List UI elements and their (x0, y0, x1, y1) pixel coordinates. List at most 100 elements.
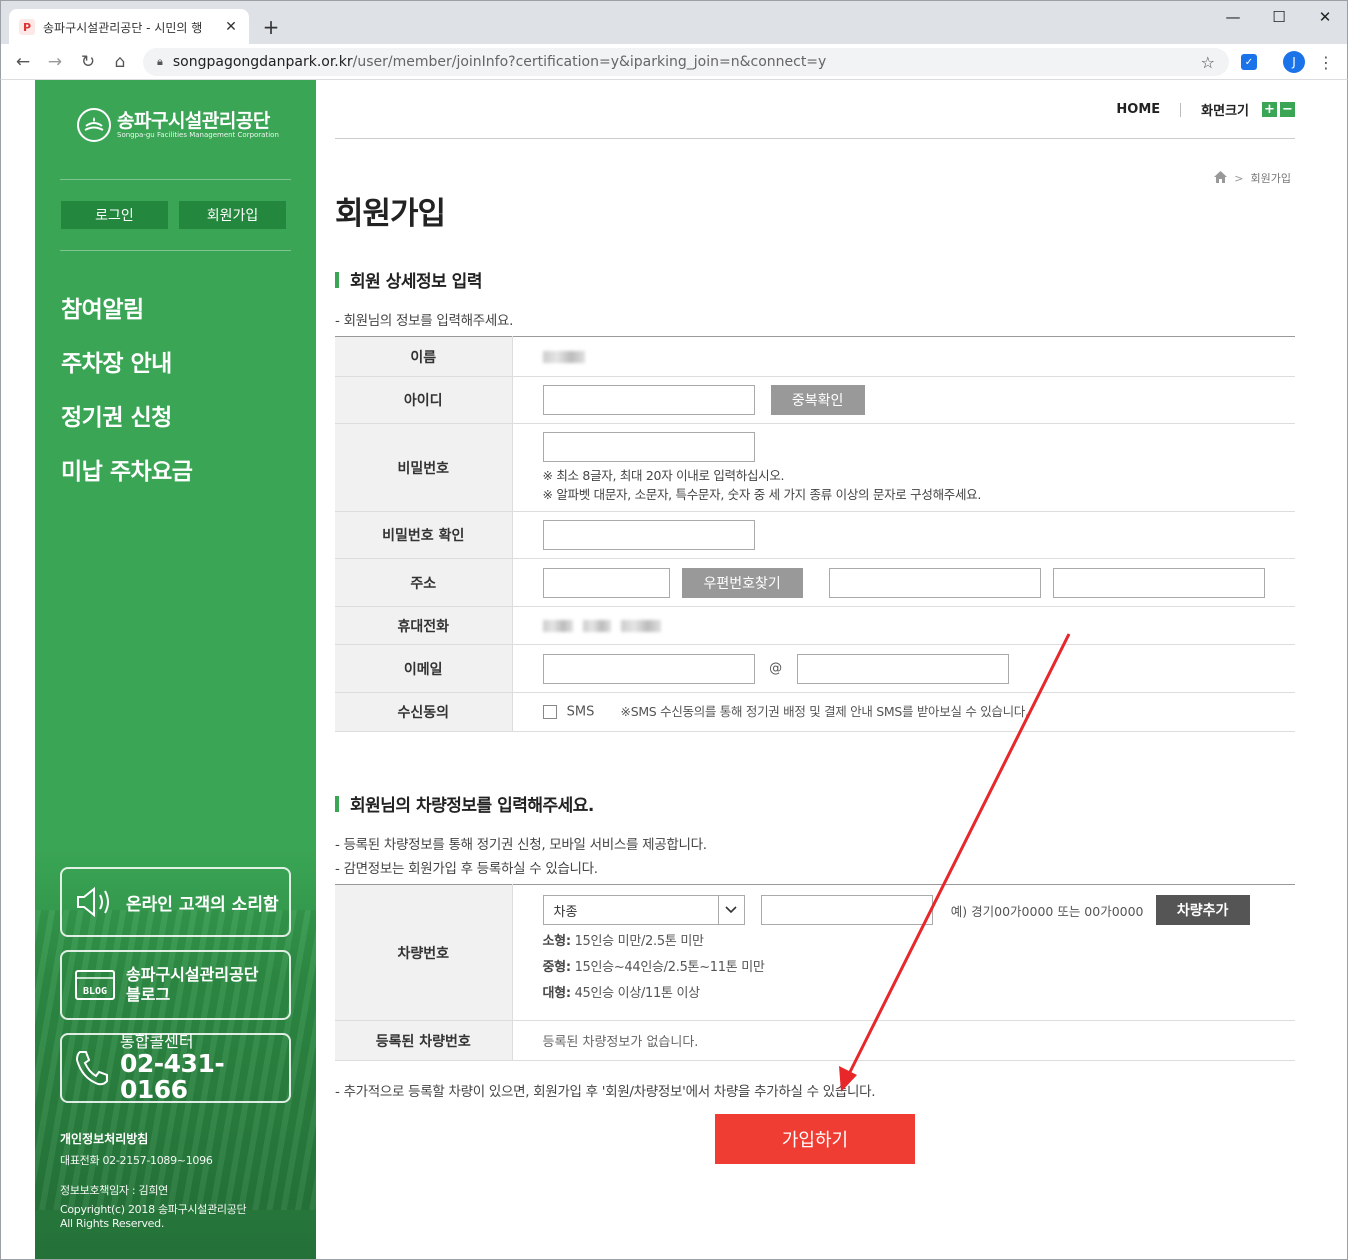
registered-cars-value: 등록된 차량정보가 없습니다. (512, 1020, 1295, 1061)
address-bar[interactable]: 🔒︎ songpagongdanpark.or.kr/user/member/j… (143, 48, 1229, 76)
maximize-icon[interactable]: ☐ (1257, 5, 1301, 29)
nav-separator (1180, 102, 1182, 117)
section-member-detail-desc: - 회원님의 정보를 입력해주세요. (335, 313, 514, 329)
new-tab-icon[interactable]: + (259, 15, 283, 39)
zoom-out-button[interactable]: − (1280, 102, 1295, 117)
address-detail-input[interactable] (1052, 567, 1265, 598)
registered-cars-label: 등록된 차량번호 (335, 1020, 513, 1061)
customer-voice-box[interactable]: 온라인 고객의 소리함 (60, 867, 291, 937)
row-registered-cars: 등록된 차량번호 등록된 차량정보가 없습니다. (335, 1020, 1295, 1061)
tab-close-icon[interactable]: ✕ (223, 19, 239, 35)
tab-title: 송파구시설관리공단 - 시민의 행 (43, 20, 203, 35)
password-note-2: ※ 알파벳 대문자, 소문자, 특수문자, 숫자 중 세 가지 종류 이상의 문… (542, 486, 982, 502)
logo-subtitle: Songpa-gu Facilities Management Corporat… (117, 130, 279, 139)
password-input[interactable] (542, 431, 755, 462)
row-email: 이메일 @ (335, 644, 1295, 693)
section-marker (335, 795, 339, 812)
forward-icon[interactable]: → (43, 50, 67, 74)
window-close-icon[interactable]: ✕ (1303, 5, 1347, 29)
car-number-input[interactable] (760, 895, 933, 925)
url-text: songpagongdanpark.or.kr/user/member/join… (172, 54, 827, 70)
sms-consent-checkbox[interactable] (542, 705, 557, 719)
sms-consent-note: ※SMS 수신동의를 통해 정기권 배정 및 결제 안내 SMS를 받아보실 수… (620, 704, 1029, 719)
id-input[interactable] (542, 385, 755, 415)
row-password-confirm: 비밀번호 확인 (335, 511, 1295, 559)
car-type-select[interactable]: 차종 (542, 895, 745, 925)
sidebar-divider (60, 250, 291, 251)
additional-car-note: - 추가적으로 등록할 차량이 있으면, 회원가입 후 '회원/차량정보'에서 … (335, 1084, 876, 1100)
header-divider (335, 138, 1295, 139)
reload-icon[interactable]: ↻ (76, 50, 100, 74)
call-center-phone: 02-431-0166 (120, 1049, 225, 1104)
home-icon[interactable]: ⌂ (108, 50, 132, 74)
browser-menu-icon[interactable]: ⋮ (1317, 51, 1335, 73)
login-button[interactable]: 로그인 (61, 201, 168, 229)
add-car-button[interactable]: 차량추가 (1155, 895, 1250, 925)
section-member-detail-title: 회원 상세정보 입력 (335, 267, 482, 292)
car-number-example: 예) 경기00가0000 또는 00가0000 (950, 903, 1144, 919)
customer-voice-label: 온라인 고객의 소리함 (126, 894, 279, 915)
password-confirm-input[interactable] (542, 520, 755, 550)
car-size-large: 대형: 45인승 이상/11톤 이상 (542, 986, 701, 1001)
top-navigation: HOME 화면크기 + − (1116, 100, 1295, 119)
email-at-sign: @ (769, 661, 783, 676)
phone-icon (74, 1048, 110, 1088)
representative-phone: 대표전화 02-2157-1089~1096 (60, 1154, 213, 1167)
home-link[interactable]: HOME (1116, 102, 1160, 117)
back-icon[interactable]: ← (11, 50, 35, 74)
zipcode-input[interactable] (542, 567, 670, 598)
site-logo[interactable]: 송파구시설관리공단 Songpa-gu Facilities Managemen… (77, 108, 279, 142)
join-button-side[interactable]: 회원가입 (179, 201, 286, 229)
breadcrumb-current: 회원가입 (1250, 172, 1291, 185)
logo-emblem-icon (77, 108, 111, 142)
extension-icon[interactable]: ✓ (1241, 54, 1257, 70)
menu-parking-info[interactable]: 주차장 안내 (61, 344, 172, 378)
blog-label-line1: 송파구시설관리공단 (126, 965, 259, 984)
zoom-in-button[interactable]: + (1262, 102, 1277, 117)
email-domain-input[interactable] (796, 653, 1009, 684)
password-note-1: ※ 최소 8글자, 최대 20자 이내로 입력하십시오. (542, 467, 785, 483)
site-favicon-icon: P (19, 19, 35, 35)
blog-box[interactable]: BLOG 송파구시설관리공단 블로그 (60, 950, 291, 1020)
email-id-input[interactable] (542, 653, 755, 684)
menu-season-ticket[interactable]: 정기권 신청 (61, 398, 172, 432)
row-mobile: 휴대전화 (335, 606, 1295, 645)
menu-participation[interactable]: 참여알림 (61, 290, 144, 324)
zipcode-search-button[interactable]: 우편번호찾기 (681, 567, 803, 598)
row-id: 아이디 중복확인 (335, 376, 1295, 424)
browser-tab[interactable]: P 송파구시설관리공단 - 시민의 행 ✕ (9, 9, 249, 45)
zoom-label: 화면크기 (1201, 104, 1249, 119)
main-content: HOME 화면크기 + − > 회원가입 회원가입 회원 상세정보 입력 - 회… (335, 80, 1295, 1259)
password-confirm-label: 비밀번호 확인 (335, 511, 513, 559)
browser-tab-bar: P 송파구시설관리공단 - 시민의 행 ✕ + — ☐ ✕ (0, 0, 1348, 45)
consent-label: 수신동의 (335, 692, 513, 732)
menu-unpaid-fee[interactable]: 미납 주차요금 (61, 452, 193, 486)
duplicate-check-button[interactable]: 중복확인 (770, 385, 865, 415)
breadcrumb-home-icon[interactable] (1214, 170, 1228, 186)
bookmark-star-icon[interactable]: ☆ (1201, 53, 1215, 72)
section-vehicle-title: 회원님의 차량정보를 입력해주세요. (335, 791, 594, 816)
section-marker (335, 271, 339, 288)
member-info-table: 이름 아이디 중복확인 비밀번호 ※ 최소 8글자, 최대 20자 이내로 입력… (335, 336, 1295, 732)
call-center-box[interactable]: 통합콜센터 02-431-0166 (60, 1033, 291, 1103)
privacy-policy-link[interactable]: 개인정보처리방침 (60, 1130, 148, 1147)
car-number-label: 차량번호 (335, 884, 513, 1021)
speaker-icon (74, 884, 116, 920)
mobile-blurred-2 (582, 619, 611, 632)
blog-label-line2: 블로그 (126, 985, 171, 1004)
copyright-line2: All Rights Reserved. (60, 1217, 165, 1230)
breadcrumb-arrow-icon: > (1234, 171, 1244, 185)
join-submit-button[interactable]: 가입하기 (715, 1114, 915, 1164)
profile-avatar[interactable]: J (1283, 51, 1305, 73)
address-label: 주소 (335, 558, 513, 607)
page-title: 회원가입 (335, 196, 446, 232)
email-label: 이메일 (335, 644, 513, 693)
mobile-value (512, 606, 1295, 645)
blog-icon: BLOG (74, 969, 116, 1001)
section-vehicle-desc-1: - 등록된 차량정보를 통해 정기권 신청, 모바일 서비스를 제공합니다. (335, 837, 707, 853)
minimize-icon[interactable]: — (1211, 5, 1255, 29)
row-consent: 수신동의 SMS ※SMS 수신동의를 통해 정기권 배정 및 결제 안내 SM… (335, 692, 1295, 732)
row-address: 주소 우편번호찾기 (335, 558, 1295, 607)
mobile-label: 휴대전화 (335, 606, 513, 645)
address-input[interactable] (828, 567, 1041, 598)
